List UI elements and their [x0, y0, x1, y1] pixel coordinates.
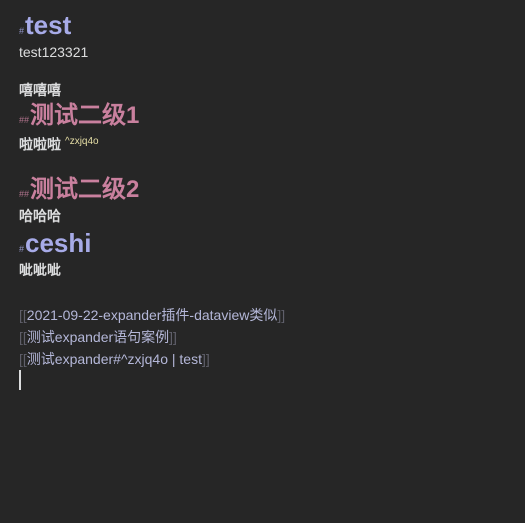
link-close-bracket: ]] [169, 329, 177, 345]
internal-link-block-ref[interactable]: [[测试expander#^zxjq4o | test]] [19, 348, 515, 370]
markdown-editor[interactable]: #test test123321 嘻嘻嘻 ##测试二级1 啦啦啦 ^zxjq4o … [19, 8, 515, 394]
link-text[interactable]: 2021-09-22-expander插件-dataview类似 [27, 307, 278, 323]
paragraph-zizi[interactable]: 呲呲呲 [19, 260, 515, 280]
h2-marker: ## [19, 189, 30, 199]
heading-ceshi[interactable]: #ceshi [19, 226, 515, 260]
link-close-bracket: ]] [277, 307, 286, 323]
h1-marker: # [19, 244, 25, 254]
link-open-bracket: [[ [19, 351, 27, 367]
paragraph-haha[interactable]: 哈哈哈 [19, 206, 515, 226]
heading-level2-2-text: 测试二级2 [30, 176, 140, 203]
block-ref-id: ^zxjq4o [65, 136, 99, 147]
paragraph-test123321[interactable]: test123321 [19, 42, 515, 62]
heading-ceshi-text: ceshi [25, 228, 92, 258]
link-text[interactable]: 测试expander#^zxjq4o | test [27, 351, 202, 367]
current-line[interactable] [19, 370, 515, 394]
internal-link-expander-examples[interactable]: [[测试expander语句案例]] [19, 326, 515, 348]
heading-level2-1[interactable]: ##测试二级1 [19, 100, 515, 132]
h1-marker: # [19, 26, 25, 36]
paragraph-lala-text: 啦啦啦 [19, 136, 61, 153]
internal-link-expander-plugin[interactable]: [[2021-09-22-expander插件-dataview类似]] [19, 304, 515, 326]
text-cursor [19, 370, 21, 390]
paragraph-lala[interactable]: 啦啦啦 ^zxjq4o [19, 132, 515, 153]
heading-level2-2[interactable]: ##测试二级2 [19, 174, 515, 206]
link-open-bracket: [[ [19, 329, 27, 345]
heading-test[interactable]: #test [19, 8, 515, 42]
h2-marker: ## [19, 115, 30, 125]
link-close-bracket: ]] [201, 351, 210, 367]
paragraph-xixi[interactable]: 嘻嘻嘻 [19, 80, 515, 100]
link-text[interactable]: 测试expander语句案例 [27, 329, 169, 345]
heading-level2-1-text: 测试二级1 [30, 102, 140, 129]
link-open-bracket: [[ [19, 307, 27, 323]
heading-test-text: test [25, 10, 72, 40]
